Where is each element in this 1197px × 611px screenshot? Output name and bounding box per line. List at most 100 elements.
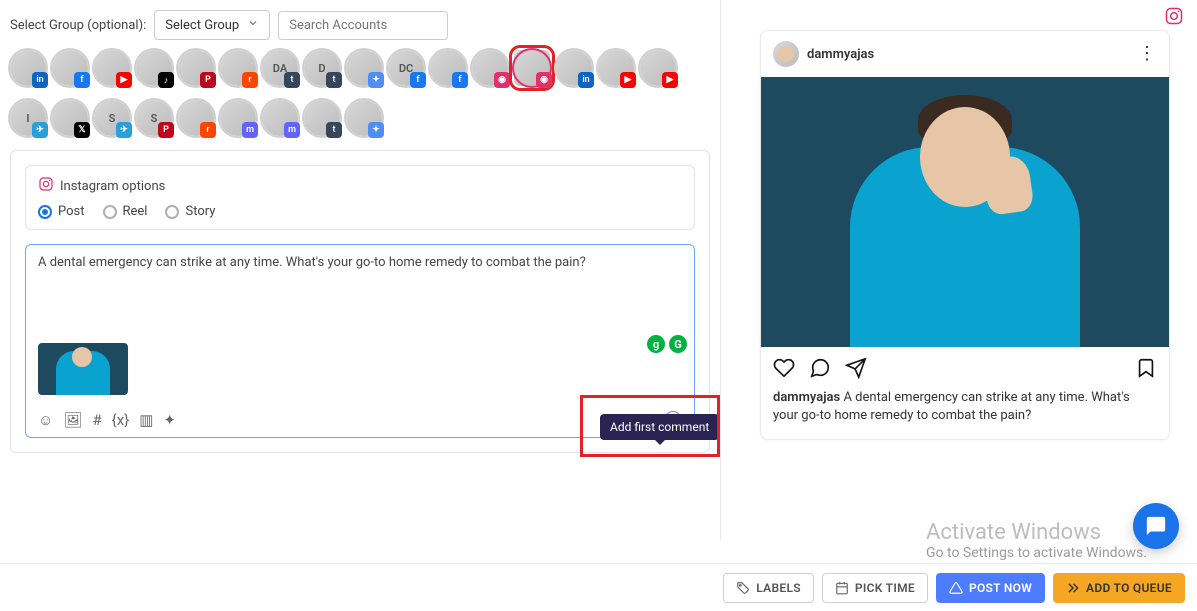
instagram-post-type-radios: Post Reel Story <box>38 204 682 219</box>
accounts-row-2: I✈ 𝕏S✈SPr m m t ✦ <box>10 100 710 136</box>
radio-post[interactable]: Post <box>38 204 85 219</box>
tumblr-icon: t <box>326 122 342 138</box>
extension-icons: g G <box>647 335 687 353</box>
preview-avatar <box>773 41 799 67</box>
share-icon[interactable] <box>845 357 867 383</box>
account-b2[interactable]: 𝕏 <box>52 100 88 136</box>
account-a13[interactable]: ◉ <box>514 50 550 86</box>
account-a6[interactable]: r <box>220 50 256 86</box>
radio-reel[interactable]: Reel <box>103 204 148 219</box>
pinterest-icon: P <box>158 122 174 138</box>
instagram-preview-card: dammyajas ⋮ dammyajas A dental emergency… <box>760 30 1170 440</box>
account-b5[interactable]: r <box>178 100 214 136</box>
emoji-icon[interactable]: ☺ <box>38 413 53 428</box>
youtube-icon: ▶ <box>116 72 132 88</box>
hashtag-icon[interactable]: # <box>92 413 101 428</box>
account-b6[interactable]: m <box>220 100 256 136</box>
group-label: Select Group (optional): <box>10 18 146 33</box>
account-b7[interactable]: m <box>262 100 298 136</box>
account-a1[interactable]: in <box>10 50 46 86</box>
account-a7[interactable]: DAt <box>262 50 298 86</box>
linkedin-icon: in <box>32 72 48 88</box>
account-b1[interactable]: I✈ <box>10 100 46 136</box>
radio-label: Story <box>185 204 215 219</box>
instagram-pin-icon <box>1164 6 1184 30</box>
tumblr-icon: t <box>326 72 342 88</box>
grammarly-icon[interactable]: g <box>647 335 665 353</box>
footer-bar: LABELS PICK TIME POST NOW ADD TO QUEUE <box>0 563 1197 611</box>
post-now-button[interactable]: POST NOW <box>936 573 1045 603</box>
account-a12[interactable]: ◉ <box>472 50 508 86</box>
chat-fab[interactable] <box>1133 503 1179 549</box>
more-icon[interactable]: ⋮ <box>1138 50 1157 57</box>
account-b9[interactable]: ✦ <box>346 100 382 136</box>
preview-username: dammyajas <box>807 47 874 62</box>
reddit-icon: r <box>242 72 258 88</box>
account-a4[interactable]: ♪ <box>136 50 172 86</box>
account-a3[interactable]: ▶ <box>94 50 130 86</box>
radio-indicator <box>38 205 52 219</box>
account-a8[interactable]: Dt <box>304 50 340 86</box>
telegram-icon: ✈ <box>116 122 132 138</box>
facebook-icon: f <box>452 72 468 88</box>
youtube-icon: ▶ <box>662 72 678 88</box>
mastodon-icon: m <box>242 122 258 138</box>
radio-indicator <box>165 205 179 219</box>
bluesky-icon: ✦ <box>368 122 384 138</box>
sparkle-icon[interactable]: ✦ <box>163 413 176 428</box>
accounts-row-1: inf▶♪PrDAtDt✦DCff◉◉in▶▶ <box>10 50 710 86</box>
account-a9[interactable]: ✦ <box>346 50 382 86</box>
account-a15[interactable]: ▶ <box>598 50 634 86</box>
mastodon-icon: m <box>284 122 300 138</box>
linkedin-icon: in <box>578 72 594 88</box>
radio-story[interactable]: Story <box>165 204 215 219</box>
account-b4[interactable]: SP <box>136 100 172 136</box>
search-accounts-input[interactable] <box>278 11 448 40</box>
preview-caption: dammyajas A dental emergency can strike … <box>761 389 1169 439</box>
instagram-options-title: Instagram options <box>60 179 165 194</box>
preview-caption-user: dammyajas <box>773 390 840 405</box>
bookmark-icon[interactable] <box>1135 368 1157 383</box>
tumblr-icon: t <box>284 72 300 88</box>
pinterest-icon: P <box>200 72 216 88</box>
grammarly-icon-2[interactable]: G <box>669 335 687 353</box>
bluesky-icon: ✦ <box>368 72 384 88</box>
pick-time-button[interactable]: PICK TIME <box>822 573 928 603</box>
post-text[interactable]: A dental emergency can strike at any tim… <box>38 255 682 325</box>
account-b3[interactable]: S✈ <box>94 100 130 136</box>
select-group-button[interactable]: Select Group <box>154 10 270 40</box>
radio-label: Reel <box>123 204 148 219</box>
add-to-queue-text: ADD TO QUEUE <box>1086 581 1172 595</box>
account-a5[interactable]: P <box>178 50 214 86</box>
variable-icon[interactable]: {x} <box>112 413 130 428</box>
add-to-queue-button[interactable]: ADD TO QUEUE <box>1053 573 1185 603</box>
post-editor[interactable]: A dental emergency can strike at any tim… <box>25 244 695 438</box>
x-icon: 𝕏 <box>74 122 90 138</box>
add-first-comment-tooltip: Add first comment <box>600 414 719 440</box>
account-a11[interactable]: f <box>430 50 466 86</box>
account-a14[interactable]: in <box>556 50 592 86</box>
account-b8[interactable]: t <box>304 100 340 136</box>
labels-button[interactable]: LABELS <box>723 573 814 603</box>
radio-indicator <box>103 205 117 219</box>
telegram-icon: ✈ <box>32 122 48 138</box>
youtube-icon: ▶ <box>620 72 636 88</box>
comment-icon[interactable] <box>809 357 831 383</box>
preview-image <box>761 77 1169 347</box>
attached-image-thumbnail[interactable] <box>38 343 128 395</box>
instagram-icon: ◉ <box>494 72 510 88</box>
instagram-icon <box>38 176 54 196</box>
account-a10[interactable]: DCf <box>388 50 424 86</box>
pick-time-text: PICK TIME <box>855 581 915 595</box>
image-icon[interactable]: 🖼 <box>63 413 82 428</box>
tiktok-icon: ♪ <box>158 72 174 88</box>
select-group-text: Select Group <box>165 18 239 33</box>
heart-icon[interactable] <box>773 357 795 383</box>
account-a16[interactable]: ▶ <box>640 50 676 86</box>
editor-toolbar: ☺ 🖼 # {x} ▥ ✦ <box>38 413 176 428</box>
composer-card: Instagram options Post Reel Story A dental… <box>10 150 710 453</box>
grid-icon[interactable]: ▥ <box>139 413 153 428</box>
instagram-icon: ◉ <box>536 72 552 88</box>
account-a2[interactable]: f <box>52 50 88 86</box>
windows-watermark: Activate Windows Go to Settings to activ… <box>926 520 1147 561</box>
